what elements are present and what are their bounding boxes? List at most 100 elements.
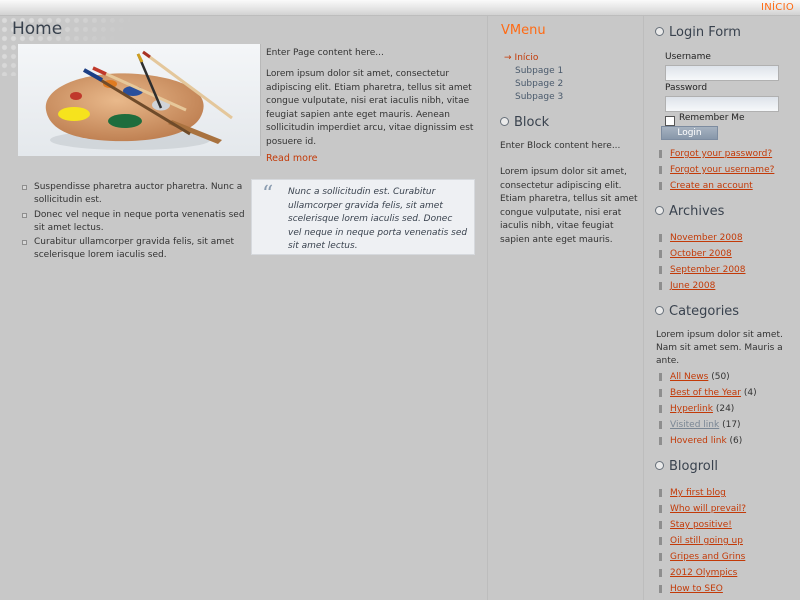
bar-bullet-icon: [659, 182, 662, 190]
list-item: Who will prevail?: [659, 501, 799, 517]
blogroll-title: Blogroll: [655, 459, 718, 474]
bar-bullet-icon: [659, 537, 662, 545]
remember-me-label: Remember Me: [679, 113, 745, 123]
blockquote: “ Nunc a sollicitudin est. Curabitur ull…: [251, 179, 475, 255]
blogroll-link[interactable]: Stay positive!: [670, 520, 732, 530]
username-input[interactable]: [665, 65, 779, 81]
middle-sidebar: VMenu → Início Subpage 1 Subpage 2 Subpag…: [487, 16, 644, 600]
create-account-link[interactable]: Create an account: [670, 181, 753, 191]
forgot-password-link[interactable]: Forgot your password?: [670, 149, 772, 159]
circle-bullet-icon: [655, 306, 664, 315]
arrow-right-icon: →: [504, 53, 512, 63]
blogroll-link[interactable]: My first blog: [670, 488, 726, 498]
vmenu-item-home[interactable]: → Início: [504, 52, 563, 65]
bar-bullet-icon: [659, 389, 662, 397]
list-item: Forgot your password?: [659, 146, 799, 162]
username-label: Username: [665, 52, 711, 62]
bar-bullet-icon: [659, 250, 662, 258]
list-item: Suspendisse pharetra auctor pharetra. Nu…: [20, 181, 245, 208]
password-input[interactable]: [665, 96, 779, 112]
login-button[interactable]: Login: [661, 126, 718, 140]
page-intro: Enter Page content here...: [266, 48, 384, 58]
list-item: Visited link (17): [659, 417, 799, 433]
vmenu: → Início Subpage 1 Subpage 2 Subpage 3: [504, 52, 563, 104]
vmenu-title: VMenu: [501, 23, 546, 38]
archive-link[interactable]: October 2008: [670, 249, 732, 259]
list-item: Hyperlink (24): [659, 401, 799, 417]
bar-bullet-icon: [659, 505, 662, 513]
blogroll-link[interactable]: Who will prevail?: [670, 504, 746, 514]
login-links: Forgot your password? Forgot your userna…: [659, 146, 799, 194]
square-bullet-icon: [22, 212, 27, 218]
category-link[interactable]: All News: [670, 372, 708, 382]
list-item: My first blog: [659, 485, 799, 501]
list-item: September 2008: [659, 262, 799, 278]
palette-image: [18, 44, 261, 156]
list-item: June 2008: [659, 278, 799, 294]
blogroll-link[interactable]: Gripes and Grins: [670, 552, 745, 562]
vmenu-item-subpage-2[interactable]: Subpage 2: [504, 78, 563, 91]
list-item: Forgot your username?: [659, 162, 799, 178]
bar-bullet-icon: [659, 553, 662, 561]
circle-bullet-icon: [655, 206, 664, 215]
category-link[interactable]: Hyperlink: [670, 404, 713, 414]
forgot-username-link[interactable]: Forgot your username?: [670, 165, 774, 175]
bar-bullet-icon: [659, 266, 662, 274]
bullet-list: Suspendisse pharetra auctor pharetra. Nu…: [20, 181, 245, 264]
blogroll-link[interactable]: 2012 Olympics: [670, 568, 737, 578]
blogroll-link[interactable]: Oil still going up: [670, 536, 743, 546]
page-title: Home: [12, 19, 63, 39]
bar-bullet-icon: [659, 150, 662, 158]
square-bullet-icon: [22, 240, 27, 246]
page-paragraph: Lorem ipsum dolor sit amet, consectetur …: [266, 69, 474, 147]
list-item: October 2008: [659, 246, 799, 262]
category-link[interactable]: Hovered link: [670, 436, 727, 446]
categories-list: All News (50) Best of the Year (4) Hyper…: [659, 369, 799, 449]
blogroll-link[interactable]: How to SEO: [670, 584, 723, 594]
circle-bullet-icon: [655, 461, 664, 470]
remember-me-checkbox[interactable]: [665, 116, 675, 126]
bar-bullet-icon: [659, 282, 662, 290]
paint-palette-icon: [45, 50, 233, 150]
archive-link[interactable]: June 2008: [670, 281, 715, 291]
bar-bullet-icon: [659, 437, 662, 445]
list-item: November 2008: [659, 230, 799, 246]
list-item: Stay positive!: [659, 517, 799, 533]
bar-bullet-icon: [659, 585, 662, 593]
right-sidebar: Login Form Username Password Remember Me…: [644, 16, 800, 600]
login-form-title: Login Form: [655, 25, 741, 40]
read-more-link[interactable]: Read more: [266, 153, 318, 164]
category-link[interactable]: Visited link: [670, 420, 719, 430]
circle-bullet-icon: [500, 117, 509, 126]
blogroll-list: My first blog Who will prevail? Stay pos…: [659, 485, 799, 597]
vmenu-item-subpage-3[interactable]: Subpage 3: [504, 91, 563, 104]
archive-link[interactable]: September 2008: [670, 265, 746, 275]
bar-bullet-icon: [659, 166, 662, 174]
list-item: 2012 Olympics: [659, 565, 799, 581]
list-item: How to SEO: [659, 581, 799, 597]
list-item: Gripes and Grins: [659, 549, 799, 565]
categories-title: Categories: [655, 304, 739, 319]
bar-bullet-icon: [659, 405, 662, 413]
block-title: Block: [500, 115, 549, 130]
category-link[interactable]: Best of the Year: [670, 388, 741, 398]
bar-bullet-icon: [659, 234, 662, 242]
archives-list: November 2008 October 2008 September 200…: [659, 230, 799, 294]
bar-bullet-icon: [659, 521, 662, 529]
list-item: Oil still going up: [659, 533, 799, 549]
bar-bullet-icon: [659, 421, 662, 429]
main-content: Home Enter Page content here... Lorem ip…: [0, 16, 487, 600]
list-item: Best of the Year (4): [659, 385, 799, 401]
bar-bullet-icon: [659, 489, 662, 497]
block-text: Lorem ipsum dolor sit amet, consectetur …: [500, 167, 638, 245]
quote-icon: “: [262, 182, 274, 207]
block-intro: Enter Block content here...: [500, 141, 621, 151]
archive-link[interactable]: November 2008: [670, 233, 743, 243]
vmenu-item-subpage-1[interactable]: Subpage 1: [504, 65, 563, 78]
categories-text: Lorem ipsum dolor sit amet. Nam sit amet…: [656, 330, 783, 366]
password-label: Password: [665, 83, 708, 93]
nav-link-home[interactable]: INÍCIO: [761, 2, 794, 13]
list-item: All News (50): [659, 369, 799, 385]
circle-bullet-icon: [655, 27, 664, 36]
list-item: Donec vel neque in neque porta venenatis…: [20, 209, 245, 236]
